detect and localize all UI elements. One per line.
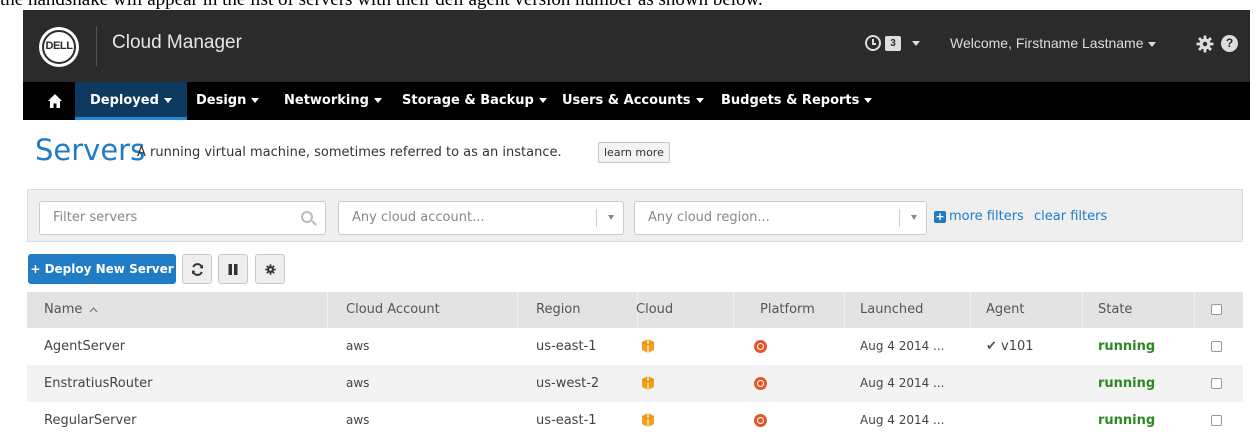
state-badge: running xyxy=(1098,413,1156,428)
table-row[interactable]: AgentServer aws us-east-1 Aug 4 2014 ...… xyxy=(27,328,1243,365)
main-nav: Deployed Design Networking Storage & Bac… xyxy=(23,82,1250,120)
dell-logo[interactable]: DELL xyxy=(39,27,79,67)
nav-design[interactable]: Design xyxy=(196,82,260,120)
column-header-region[interactable]: Region xyxy=(536,302,581,317)
launched-date: Aug 4 2014 ... xyxy=(860,376,945,390)
column-header-agent[interactable]: Agent xyxy=(986,302,1024,317)
cloud-region-select[interactable]: Any cloud region... xyxy=(634,201,927,235)
table-row[interactable]: EnstratiusRouter aws us-west-2 Aug 4 201… xyxy=(27,365,1243,402)
column-header-cloud[interactable]: Cloud xyxy=(636,302,673,317)
notification-count-badge[interactable]: 3 xyxy=(885,36,901,51)
nav-networking[interactable]: Networking xyxy=(284,82,382,120)
learn-more-button[interactable]: learn more xyxy=(598,142,670,163)
table-row[interactable]: RegularServer aws us-east-1 Aug 4 2014 .… xyxy=(27,402,1243,436)
chevron-down-icon xyxy=(695,98,704,103)
nav-storage-backup[interactable]: Storage & Backup xyxy=(402,82,547,120)
home-icon[interactable] xyxy=(47,93,63,109)
chevron-down-icon xyxy=(373,98,382,103)
page-description: A running virtual machine, sometimes ref… xyxy=(137,145,562,160)
plus-square-icon[interactable]: + xyxy=(934,211,946,223)
column-header-launched[interactable]: Launched xyxy=(860,302,923,317)
chevron-down-icon xyxy=(911,215,917,220)
nav-users-accounts[interactable]: Users & Accounts xyxy=(562,82,704,120)
search-icon xyxy=(301,211,313,223)
ubuntu-icon xyxy=(754,340,767,353)
cloud-account: aws xyxy=(346,376,370,390)
check-icon: ✔ xyxy=(986,339,997,354)
server-name[interactable]: RegularServer xyxy=(44,413,137,428)
chevron-down-icon xyxy=(163,98,172,103)
server-name[interactable]: EnstratiusRouter xyxy=(44,376,152,391)
pause-button[interactable] xyxy=(218,254,248,284)
page-title: Servers xyxy=(35,133,146,167)
region: us-east-1 xyxy=(536,339,597,354)
user-menu[interactable]: Welcome, Firstname Lastname xyxy=(950,35,1157,51)
aws-icon xyxy=(642,413,654,427)
help-icon[interactable]: ? xyxy=(1221,35,1238,52)
brand-divider xyxy=(96,26,97,66)
state-badge: running xyxy=(1098,376,1156,391)
column-header-cloud-account[interactable]: Cloud Account xyxy=(346,302,440,317)
gear-icon xyxy=(264,264,276,275)
top-bar: DELL Cloud Manager 3 Welcome, Firstname … xyxy=(23,10,1250,82)
row-checkbox[interactable] xyxy=(1211,415,1222,426)
filter-panel: Filter servers Any cloud account... Any … xyxy=(27,189,1243,242)
row-checkbox[interactable] xyxy=(1211,341,1222,352)
chevron-down-icon xyxy=(864,98,873,103)
select-all-checkbox[interactable] xyxy=(1211,304,1222,315)
refresh-icon xyxy=(191,263,203,276)
nav-deployed[interactable]: Deployed xyxy=(75,82,187,120)
agent-version: ✔ v101 xyxy=(986,339,1034,354)
caption-text: the handshake will appear in the list of… xyxy=(0,0,763,10)
chevron-down-icon xyxy=(1148,41,1157,47)
chevron-down-icon xyxy=(608,215,614,220)
clock-icon[interactable] xyxy=(865,35,881,51)
region: us-east-1 xyxy=(536,413,597,428)
region: us-west-2 xyxy=(536,376,600,391)
refresh-button[interactable] xyxy=(182,254,212,284)
cloud-account-select[interactable]: Any cloud account... xyxy=(338,201,624,235)
ubuntu-icon xyxy=(754,377,767,390)
state-badge: running xyxy=(1098,339,1156,354)
sort-ascending-icon xyxy=(89,307,97,313)
more-filters-link[interactable]: more filters xyxy=(949,209,1024,224)
welcome-text: Welcome, Firstname Lastname xyxy=(950,35,1144,51)
nav-budgets-reports[interactable]: Budgets & Reports xyxy=(721,82,873,120)
deploy-new-server-button[interactable]: + Deploy New Server xyxy=(28,254,176,284)
app-title: Cloud Manager xyxy=(112,32,242,53)
chevron-down-icon xyxy=(251,98,260,103)
aws-icon xyxy=(642,376,654,390)
settings-button[interactable] xyxy=(255,254,285,284)
gear-icon[interactable] xyxy=(1196,35,1214,53)
table-header: Name Cloud Account Region Cloud Platform… xyxy=(27,292,1243,328)
filter-servers-input[interactable]: Filter servers xyxy=(39,201,326,235)
caption-text-strip: the handshake will appear in the list of… xyxy=(0,0,1257,10)
logo-text: DELL xyxy=(45,40,73,52)
notification-caret-icon[interactable] xyxy=(912,41,920,46)
column-header-name[interactable]: Name xyxy=(44,302,98,317)
column-header-platform[interactable]: Platform xyxy=(760,302,815,317)
row-checkbox[interactable] xyxy=(1211,378,1222,389)
chevron-down-icon xyxy=(538,98,547,103)
column-header-state[interactable]: State xyxy=(1098,302,1132,317)
cloud-account: aws xyxy=(346,339,370,353)
pause-icon xyxy=(228,264,238,275)
cloud-account: aws xyxy=(346,413,370,427)
server-name[interactable]: AgentServer xyxy=(44,339,125,354)
aws-icon xyxy=(642,339,654,353)
launched-date: Aug 4 2014 ... xyxy=(860,339,945,353)
launched-date: Aug 4 2014 ... xyxy=(860,413,945,427)
ubuntu-icon xyxy=(754,414,767,427)
clear-filters-link[interactable]: clear filters xyxy=(1034,209,1107,224)
